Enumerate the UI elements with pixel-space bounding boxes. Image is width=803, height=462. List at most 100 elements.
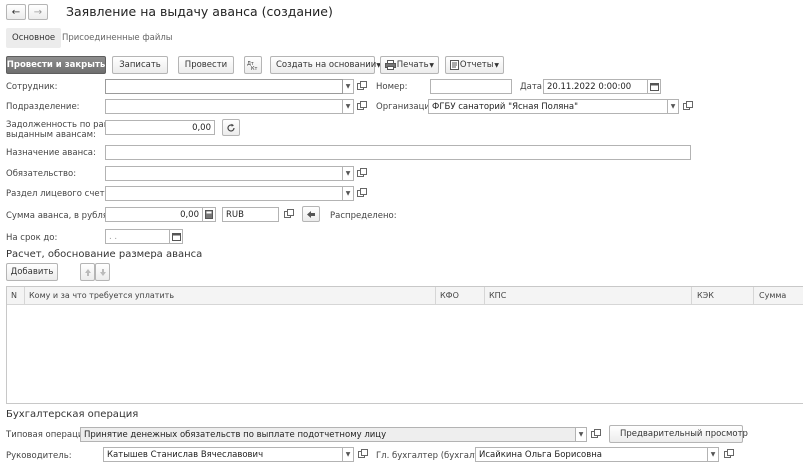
purpose-field[interactable] — [105, 145, 691, 160]
organization-field[interactable]: ФГБУ санаторий "Ясная Поляна" — [428, 99, 668, 114]
calc-section-title: Расчет, обоснование размера аванса — [6, 249, 203, 260]
calculator-button[interactable] — [203, 207, 216, 222]
col-kps-header: КПС — [489, 291, 507, 300]
debt-label-line2: выданным авансам: — [6, 130, 96, 140]
col-sum-header: Сумма — [759, 291, 787, 300]
preview-label: Предварительный просмотр — [620, 429, 748, 439]
amount-field[interactable]: 0,00 — [105, 207, 203, 222]
move-up-button[interactable] — [80, 263, 95, 281]
head-field[interactable]: Катышев Станислав Вячеславович — [103, 447, 343, 462]
dropdown-arrow-icon: ▼ — [429, 61, 434, 69]
date-field[interactable]: 20.11.2022 0:00:00 — [543, 79, 648, 94]
post-label: Провести — [184, 60, 228, 70]
open-link-icon — [358, 449, 368, 458]
obligation-dropdown-button[interactable]: ▼ — [343, 166, 354, 181]
employee-dropdown-button[interactable]: ▼ — [343, 79, 354, 94]
organization-dropdown-button[interactable]: ▼ — [668, 99, 679, 114]
department-dropdown-button[interactable]: ▼ — [343, 99, 354, 114]
window-title: Заявление на выдачу аванса (создание) — [66, 4, 333, 19]
post-and-close-button[interactable]: Провести и закрыть — [6, 56, 106, 74]
reports-button[interactable]: Отчеты ▼ — [445, 56, 504, 74]
department-label: Подразделение: — [6, 102, 80, 112]
debt-label-line1: Задолженность по ранее — [6, 120, 120, 130]
open-link-icon — [357, 168, 367, 177]
debt-amount-field: 0,00 — [105, 120, 215, 135]
account-section-field[interactable] — [105, 186, 343, 201]
obligation-field[interactable] — [105, 166, 343, 181]
open-link-icon — [357, 188, 367, 197]
department-open-button[interactable] — [356, 100, 368, 112]
purpose-label: Назначение аванса: — [6, 148, 96, 158]
preview-button[interactable]: Дт Кт Предварительный просмотр — [609, 425, 748, 443]
tab-main-label: Основное — [12, 33, 56, 43]
col-whom-header: Кому и за что требуется уплатить — [29, 291, 175, 300]
dt-kt-button[interactable]: Дт Кт — [244, 56, 262, 74]
amount-label: Сумма аванса, в рублях: — [6, 211, 116, 221]
due-date-calendar-button[interactable] — [170, 229, 183, 244]
operation-type-label: Типовая операция: — [6, 430, 92, 440]
account-section-dropdown-button[interactable]: ▼ — [343, 186, 354, 201]
print-label: Печать — [396, 60, 429, 70]
open-link-icon — [357, 101, 367, 110]
open-link-icon — [683, 101, 693, 110]
refresh-icon — [227, 123, 235, 132]
print-button[interactable]: Печать ▼ — [380, 56, 439, 74]
calc-table[interactable]: N Кому и за что требуется уплатить КФО К… — [6, 286, 803, 404]
head-dropdown-button[interactable]: ▼ — [343, 447, 354, 462]
open-link-icon — [284, 209, 294, 218]
due-date-field[interactable]: . . — [105, 229, 170, 244]
open-link-icon — [591, 429, 601, 438]
left-arrow-icon — [307, 210, 315, 218]
currency-field[interactable]: RUB — [222, 207, 279, 222]
employee-open-button[interactable] — [356, 80, 368, 92]
accounting-section-title: Бухгалтерская операция — [6, 409, 139, 420]
distribute-button[interactable] — [302, 206, 320, 222]
operation-type-open-button[interactable] — [590, 428, 602, 440]
tab-main[interactable]: Основное — [6, 28, 62, 48]
col-kek-header: КЭК — [697, 291, 714, 300]
refresh-debt-button[interactable] — [222, 119, 240, 136]
distributed-label: Распределено: — [330, 211, 397, 221]
organization-open-button[interactable] — [682, 100, 694, 112]
obligation-open-button[interactable] — [356, 167, 368, 179]
chief-accountant-dropdown-button[interactable]: ▼ — [708, 447, 719, 462]
calculator-icon — [205, 210, 213, 219]
dropdown-arrow-icon: ▼ — [494, 61, 499, 69]
forward-arrow-icon: → — [33, 6, 43, 18]
tab-attached-files[interactable]: Присоединенные файлы — [62, 28, 173, 48]
chief-accountant-open-button[interactable] — [723, 448, 735, 460]
move-down-button[interactable] — [95, 263, 110, 281]
number-field[interactable] — [430, 79, 512, 94]
operation-type-dropdown-button[interactable]: ▼ — [576, 427, 587, 442]
forward-button[interactable]: → — [28, 4, 48, 20]
col-kfo-header: КФО — [440, 291, 459, 300]
employee-label: Сотрудник: — [6, 82, 58, 92]
printer-icon — [385, 60, 396, 70]
employee-field[interactable] — [105, 79, 343, 94]
open-link-icon — [724, 449, 734, 458]
currency-open-button[interactable] — [283, 208, 295, 220]
department-field[interactable] — [105, 99, 343, 114]
operation-type-field[interactable]: Принятие денежных обязательств по выплат… — [80, 427, 576, 442]
add-row-label: Добавить — [10, 267, 54, 277]
calendar-icon — [171, 233, 181, 241]
obligation-label: Обязательство: — [6, 169, 77, 179]
back-arrow-icon: ← — [11, 6, 21, 18]
create-based-on-button[interactable]: Создать на основании ▼ — [270, 56, 381, 74]
head-open-button[interactable] — [357, 448, 369, 460]
arrow-up-icon — [84, 268, 91, 276]
save-button[interactable]: Записать — [112, 56, 168, 74]
account-section-open-button[interactable] — [356, 187, 368, 199]
report-icon — [450, 60, 459, 70]
head-label: Руководитель: — [6, 451, 72, 461]
calendar-icon — [649, 83, 659, 91]
date-calendar-button[interactable] — [648, 79, 661, 94]
tab-attached-files-label: Присоединенные файлы — [62, 33, 173, 43]
post-button[interactable]: Провести — [178, 56, 234, 74]
post-and-close-label: Провести и закрыть — [6, 60, 106, 70]
back-button[interactable]: ← — [6, 4, 26, 20]
chief-accountant-field[interactable]: Исайкина Ольга Борисовна — [475, 447, 708, 462]
open-link-icon — [357, 81, 367, 90]
col-n-header: N — [11, 291, 17, 300]
add-row-button[interactable]: Добавить — [6, 263, 58, 281]
